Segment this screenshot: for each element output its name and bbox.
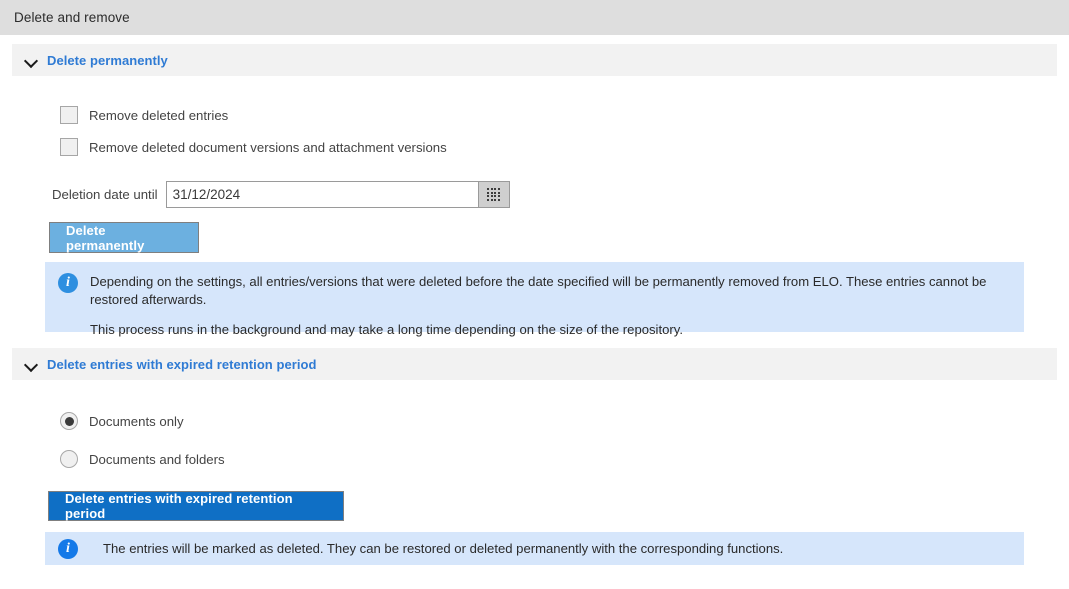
info-text-delete-permanently: Depending on the settings, all entries/v… bbox=[90, 273, 1010, 339]
delete-expired-retention-button[interactable]: Delete entries with expired retention pe… bbox=[48, 491, 344, 521]
chevron-down-icon[interactable] bbox=[23, 356, 39, 372]
checkbox-row-remove-deleted-entries[interactable]: Remove deleted entries bbox=[60, 106, 228, 124]
info-paragraph-1: Depending on the settings, all entries/v… bbox=[90, 274, 987, 307]
calendar-grid-icon bbox=[487, 188, 501, 201]
checkbox-row-remove-deleted-versions[interactable]: Remove deleted document versions and att… bbox=[60, 138, 447, 156]
section-title-expired-retention: Delete entries with expired retention pe… bbox=[47, 356, 317, 372]
info-box-delete-permanently: i Depending on the settings, all entries… bbox=[45, 262, 1024, 337]
date-picker-button[interactable] bbox=[477, 182, 509, 207]
radio-documents-and-folders[interactable] bbox=[60, 450, 78, 468]
window-titlebar: Delete and remove bbox=[0, 0, 1069, 35]
radio-label-documents-and-folders: Documents and folders bbox=[89, 451, 225, 467]
checkbox-label-remove-deleted-versions: Remove deleted document versions and att… bbox=[89, 139, 447, 155]
info-circle-icon: i bbox=[58, 538, 78, 559]
info-glyph: i bbox=[66, 275, 70, 290]
deletion-date-label: Deletion date until bbox=[52, 187, 158, 202]
info-paragraph-2: This process runs in the background and … bbox=[90, 322, 683, 337]
delete-expired-retention-button-label: Delete entries with expired retention pe… bbox=[65, 491, 293, 521]
chevron-down-icon[interactable] bbox=[23, 52, 39, 68]
section-header-delete-permanently[interactable]: Delete permanently bbox=[12, 44, 1057, 76]
checkbox-label-remove-deleted-entries: Remove deleted entries bbox=[89, 107, 229, 123]
radio-documents-only[interactable] bbox=[60, 412, 78, 430]
info-paragraph-1: The entries will be marked as deleted. T… bbox=[103, 540, 784, 556]
info-box-expired-retention: i The entries will be marked as deleted.… bbox=[45, 532, 1024, 565]
delete-and-remove-page: Delete and remove Delete permanently Rem… bbox=[0, 0, 1069, 589]
radio-row-documents-and-folders[interactable]: Documents and folders bbox=[60, 450, 225, 468]
page-title: Delete and remove bbox=[14, 10, 130, 25]
deletion-date-input[interactable] bbox=[166, 182, 478, 207]
section-title-delete-permanently: Delete permanently bbox=[47, 52, 168, 68]
info-circle-icon: i bbox=[58, 273, 78, 293]
checkbox-remove-deleted-entries[interactable] bbox=[60, 106, 78, 124]
deletion-date-field[interactable] bbox=[165, 181, 510, 208]
section-header-expired-retention[interactable]: Delete entries with expired retention pe… bbox=[12, 348, 1057, 380]
info-text-expired-retention: The entries will be marked as deleted. T… bbox=[103, 540, 783, 558]
info-glyph: i bbox=[66, 540, 70, 556]
radio-row-documents-only[interactable]: Documents only bbox=[60, 412, 184, 430]
delete-permanently-button-label: Delete permanently bbox=[66, 222, 145, 253]
deletion-date-row: Deletion date until bbox=[52, 181, 510, 208]
checkbox-remove-deleted-versions[interactable] bbox=[60, 138, 78, 156]
radio-label-documents-only: Documents only bbox=[89, 413, 184, 429]
delete-permanently-button[interactable]: Delete permanently bbox=[49, 222, 199, 253]
